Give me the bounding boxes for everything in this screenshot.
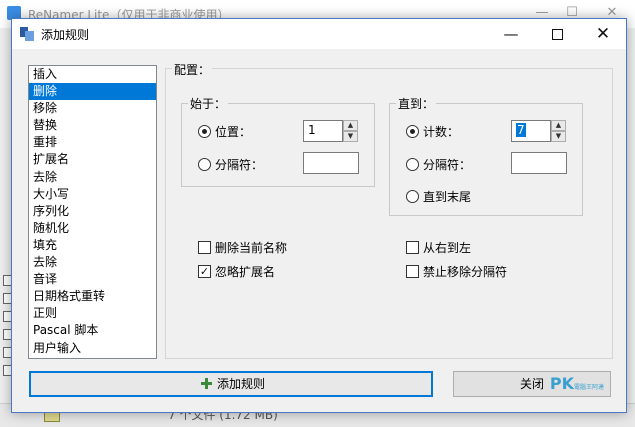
until-end-label: 直到末尾 <box>423 190 472 204</box>
from-position-radio[interactable] <box>198 125 211 138</box>
list-item[interactable]: 填充 <box>29 237 156 254</box>
list-item[interactable]: 随机化 <box>29 220 156 237</box>
close-button-label: 关闭 <box>519 377 544 391</box>
plus-icon <box>201 378 212 389</box>
config-label: 配置： <box>172 61 213 78</box>
list-item[interactable]: 用户输入 <box>29 340 156 357</box>
until-end-radio[interactable] <box>406 190 419 203</box>
spin-down-icon[interactable]: ▼ <box>343 131 358 142</box>
from-delimiter-input[interactable] <box>303 152 359 174</box>
close-button[interactable]: 关闭 PK電腦王阿達 <box>453 371 611 397</box>
list-item[interactable]: 重排 <box>29 134 156 151</box>
until-delimiter-radio[interactable] <box>406 158 419 171</box>
from-position-stepper[interactable]: ▲ ▼ <box>343 120 358 142</box>
from-group-label: 始于： <box>188 95 229 112</box>
add-rule-label: 添加规则 <box>217 377 266 391</box>
list-item[interactable]: Pascal 脚本 <box>29 322 156 339</box>
close-icon: ✕ <box>595 24 611 44</box>
maximize-button[interactable] <box>534 19 580 49</box>
list-item[interactable]: 替换 <box>29 117 156 134</box>
minimize-button[interactable]: — <box>488 19 534 49</box>
ignore-extension-label: 忽略扩展名 <box>215 265 276 279</box>
ignore-extension-checkbox[interactable]: ✓ <box>198 265 211 278</box>
until-count-input[interactable]: 7 <box>511 120 551 142</box>
from-position-input[interactable]: 1 <box>303 120 343 142</box>
delete-current-name-label: 删除当前名称 <box>215 241 288 255</box>
list-item[interactable]: 去除 <box>29 169 156 186</box>
no-remove-delimiters-checkbox[interactable] <box>406 265 419 278</box>
add-rule-button[interactable]: 添加规则 <box>29 371 433 397</box>
rules-icon <box>20 27 34 41</box>
spin-up-icon[interactable]: ▲ <box>551 120 566 131</box>
list-item[interactable]: 正则 <box>29 305 156 322</box>
right-to-left-checkbox[interactable] <box>406 241 419 254</box>
from-groupbox <box>181 103 375 187</box>
spin-down-icon[interactable]: ▼ <box>551 131 566 142</box>
dialog-title: 添加规则 <box>41 28 90 42</box>
no-remove-delimiters-label: 禁止移除分隔符 <box>423 265 508 279</box>
minimize-icon: — <box>503 25 519 43</box>
list-item[interactable]: 大小写 <box>29 186 156 203</box>
spin-up-icon[interactable]: ▲ <box>343 120 358 131</box>
list-item[interactable]: 插入 <box>29 66 156 83</box>
until-group-label: 直到： <box>396 95 437 112</box>
until-count-value: 7 <box>516 123 526 137</box>
list-item[interactable]: 去除 <box>29 254 156 271</box>
list-item[interactable]: 序列化 <box>29 203 156 220</box>
watermark-logo: PK電腦王阿達 <box>549 374 604 393</box>
list-item[interactable]: 音译 <box>29 271 156 288</box>
until-delimiter-input[interactable] <box>511 152 567 174</box>
until-count-radio[interactable] <box>406 125 419 138</box>
list-item[interactable]: 删除 <box>29 83 156 101</box>
list-item[interactable]: 扩展名 <box>29 151 156 168</box>
delete-current-name-checkbox[interactable] <box>198 241 211 254</box>
from-position-label: 位置： <box>215 125 252 139</box>
close-window-button[interactable]: ✕ <box>580 19 626 49</box>
from-delimiter-radio[interactable] <box>198 158 211 171</box>
list-item[interactable]: 日期格式重转 <box>29 288 156 305</box>
until-delimiter-label: 分隔符： <box>423 158 472 172</box>
until-count-stepper[interactable]: ▲ ▼ <box>551 120 566 142</box>
maximize-icon <box>551 29 563 40</box>
dialog-titlebar[interactable]: 添加规则 — ✕ <box>12 19 626 49</box>
until-count-label: 计数： <box>423 125 460 139</box>
add-rule-dialog: 添加规则 — ✕ 插入 删除 移除 替换 重排 扩展名 去除 大小写 序列化 随机化 填充 去除 音译日… <box>11 18 627 413</box>
from-delimiter-label: 分隔符： <box>215 158 264 172</box>
rule-type-list[interactable]: 插入 删除 移除 替换 重排 扩展名 去除 大小写 序列化 随机化 填充 去除 音译 日期格式重转 正则 Pa… <box>28 65 157 359</box>
right-to-left-label: 从右到左 <box>423 241 472 255</box>
list-item[interactable]: 移除 <box>29 100 156 117</box>
